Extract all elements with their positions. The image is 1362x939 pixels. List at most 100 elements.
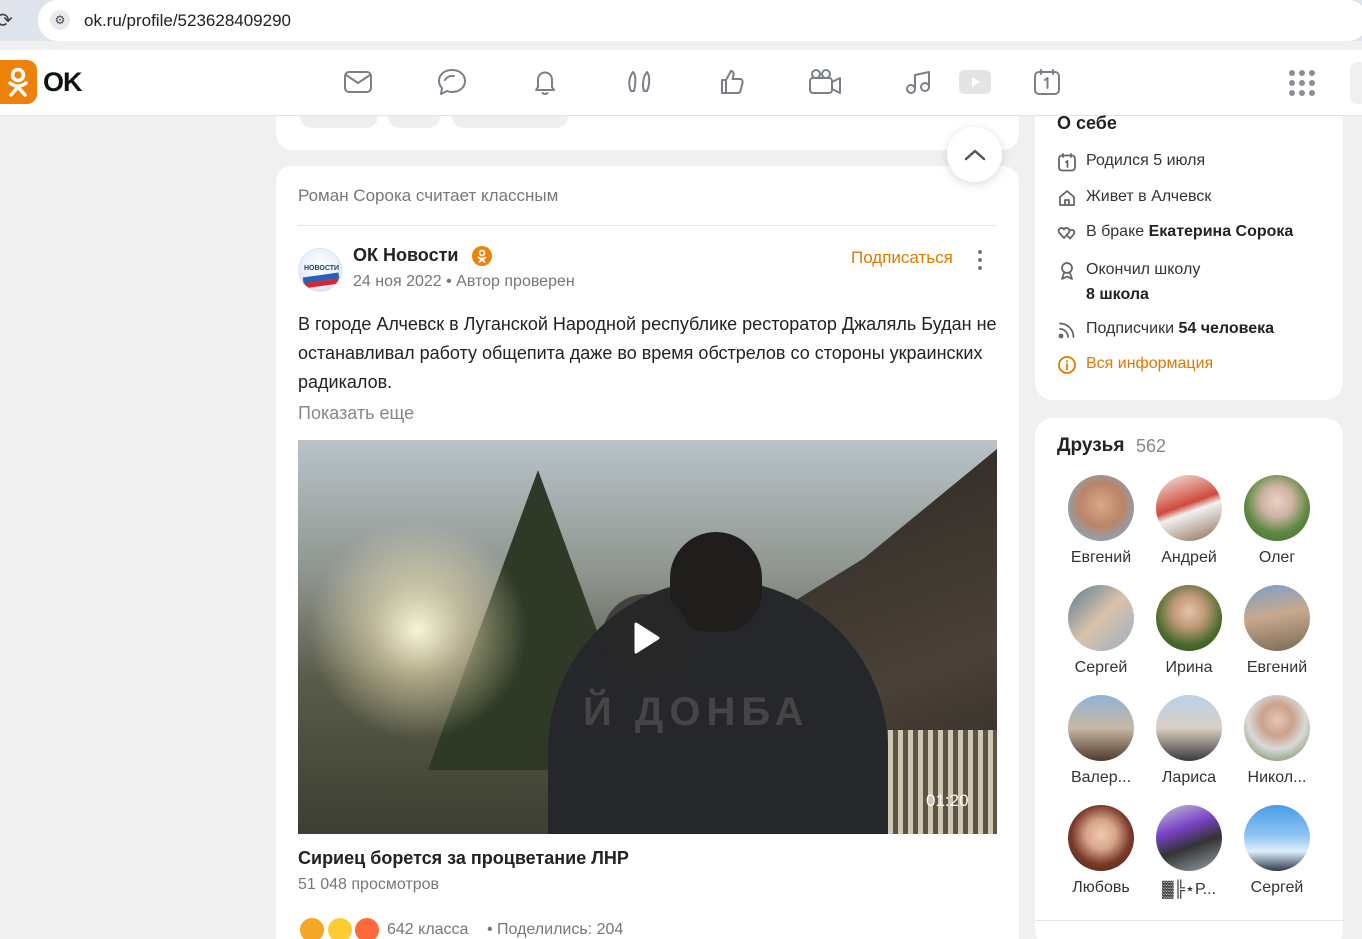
friend-name[interactable]: Евгений — [1057, 549, 1145, 567]
friend-item[interactable]: Олег — [1233, 475, 1321, 567]
nav-edge-button[interactable] — [1350, 62, 1362, 104]
author-avatar[interactable]: НОВОСТИ — [298, 248, 342, 292]
info-icon — [1057, 355, 1077, 375]
likes-icon[interactable] — [714, 64, 750, 100]
love-reaction-icon — [353, 916, 381, 939]
friend-item[interactable]: Валер... — [1057, 695, 1145, 787]
post-text: В городе Алчевск в Луганской Народной ре… — [298, 314, 997, 392]
scroll-to-top-button[interactable] — [947, 127, 1002, 182]
reactions-count[interactable]: 642 класса — [387, 921, 468, 939]
friend-avatar[interactable] — [1068, 585, 1134, 651]
friend-avatar[interactable] — [1244, 805, 1310, 871]
about-followers-prefix: Подписчики — [1086, 320, 1175, 337]
friend-name[interactable]: Валер... — [1057, 769, 1145, 787]
more-options-icon[interactable] — [976, 250, 984, 270]
url-text[interactable]: ok.ru/profile/523628409290 — [84, 11, 291, 31]
about-location-text: Живет в Алчевск — [1086, 188, 1212, 205]
friend-avatar[interactable] — [1068, 695, 1134, 761]
reload-icon[interactable]: ⟳ — [0, 8, 13, 33]
subscribe-button[interactable]: Подписаться — [851, 248, 953, 268]
friend-name[interactable]: Олег — [1233, 549, 1321, 567]
video-title[interactable]: Сириец борется за процветание ЛНР — [298, 848, 629, 869]
play-button[interactable] — [602, 594, 690, 682]
friend-avatar[interactable] — [1244, 695, 1310, 761]
chevron-up-icon — [964, 149, 985, 160]
address-bar[interactable]: ⚙ ok.ru/profile/523628409290 — [38, 0, 1362, 41]
about-marriage-prefix: В браке — [1086, 223, 1145, 240]
friend-item[interactable]: ▓╠⋆Р... — [1145, 805, 1233, 899]
friend-avatar[interactable] — [1068, 805, 1134, 871]
friend-name[interactable]: Андрей — [1145, 549, 1233, 567]
friend-avatar[interactable] — [1156, 475, 1222, 541]
about-followers: Подписчики 54 человека — [1057, 320, 1274, 340]
logo-text[interactable]: OK — [43, 67, 82, 98]
about-birthday-text: Родился 5 июля — [1086, 152, 1206, 169]
mail-icon[interactable] — [340, 64, 376, 100]
friend-name[interactable]: Евгений — [1233, 659, 1321, 677]
previous-post-chip[interactable] — [300, 116, 378, 128]
friend-avatar[interactable] — [1156, 585, 1222, 651]
friend-name[interactable]: ▓╠⋆Р... — [1145, 879, 1233, 899]
friend-name[interactable]: Лариса — [1145, 769, 1233, 787]
friend-name[interactable]: Ирина — [1145, 659, 1233, 677]
liked-by-text[interactable]: Роман Сорока считает классным — [298, 186, 558, 206]
friend-item[interactable]: Никол... — [1233, 695, 1321, 787]
video-camera-icon[interactable] — [807, 64, 843, 100]
friend-item[interactable]: Любовь — [1057, 805, 1145, 897]
friend-item[interactable]: Лариса — [1145, 695, 1233, 787]
site-info-icon[interactable]: ⚙ — [50, 10, 70, 30]
about-title[interactable]: О себе — [1057, 113, 1117, 134]
friend-avatar[interactable] — [1156, 695, 1222, 761]
previous-post-chip[interactable] — [388, 116, 440, 128]
friend-item[interactable]: Евгений — [1057, 475, 1145, 567]
spouse-name[interactable]: Екатерина Сорока — [1149, 223, 1294, 240]
friend-name[interactable]: Сергей — [1233, 879, 1321, 897]
friends-card: Друзья 562 Евгений Андрей Олег Сергей Ир… — [1035, 418, 1343, 939]
friend-name[interactable]: Любовь — [1057, 879, 1145, 897]
friend-item[interactable]: Ирина — [1145, 585, 1233, 677]
like-reaction-icon — [298, 916, 326, 939]
friend-name[interactable]: Никол... — [1233, 769, 1321, 787]
messages-icon[interactable] — [434, 64, 470, 100]
video-play-icon[interactable] — [957, 64, 993, 100]
author-name[interactable]: ОК Новости — [353, 245, 458, 266]
about-all-info[interactable]: Вся информация — [1057, 355, 1213, 375]
friend-avatar[interactable] — [1244, 585, 1310, 651]
all-info-link[interactable]: Вся информация — [1086, 355, 1213, 373]
notifications-icon[interactable] — [527, 64, 563, 100]
previous-post-chip[interactable] — [452, 116, 568, 128]
followers-icon — [1057, 320, 1077, 340]
followers-count[interactable]: 54 человека — [1178, 320, 1274, 337]
feed-post-card: Роман Сорока считает классным НОВОСТИ ОК… — [276, 166, 1019, 939]
browser-toolbar: ⟳ ⚙ ok.ru/profile/523628409290 — [0, 0, 1362, 41]
verified-badge-icon — [472, 246, 492, 266]
friend-avatar[interactable] — [1156, 805, 1222, 871]
video-player[interactable]: Й ДОНБА 01:20 — [298, 440, 997, 834]
friends-count[interactable]: 562 — [1136, 436, 1166, 457]
show-more-link[interactable]: Показать еще — [298, 403, 414, 424]
video-views: 51 048 просмотров — [298, 876, 440, 893]
friend-item[interactable]: Андрей — [1145, 475, 1233, 567]
hearts-icon — [1057, 223, 1077, 243]
reactions[interactable] — [298, 916, 382, 939]
shares-count[interactable]: • Поделились: 204 — [487, 921, 623, 939]
friends-title[interactable]: Друзья — [1057, 435, 1124, 457]
about-card: О себе Родился 5 июля Живет в Алчевск В … — [1035, 113, 1343, 400]
friend-avatar[interactable] — [1068, 475, 1134, 541]
friend-item[interactable]: Сергей — [1057, 585, 1145, 677]
apps-grid-icon[interactable] — [1289, 70, 1315, 96]
about-school-prefix: Окончил школу — [1086, 261, 1201, 278]
ok-logo-icon[interactable] — [0, 60, 37, 104]
music-icon[interactable] — [900, 64, 936, 100]
video-duration: 01:20 — [926, 791, 969, 810]
about-birthday: Родился 5 июля — [1057, 152, 1205, 172]
wow-reaction-icon — [326, 916, 354, 939]
calendar-icon[interactable] — [1029, 64, 1065, 100]
friend-name[interactable]: Сергей — [1057, 659, 1145, 677]
friend-avatar[interactable] — [1244, 475, 1310, 541]
friend-item[interactable]: Сергей — [1233, 805, 1321, 897]
school-name[interactable]: 8 школа — [1086, 286, 1149, 303]
about-location: Живет в Алчевск — [1057, 188, 1211, 208]
friend-item[interactable]: Евгений — [1233, 585, 1321, 677]
guests-icon[interactable] — [621, 64, 657, 100]
